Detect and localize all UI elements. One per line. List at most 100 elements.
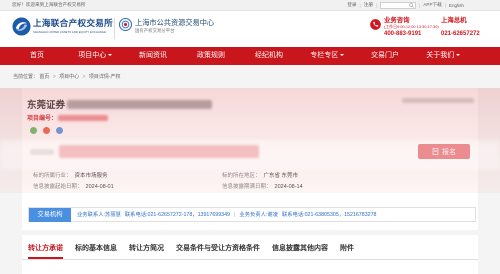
disclosure-end-value: 2024-08-14 <box>274 184 303 190</box>
signup-button-label: 报名 <box>442 148 456 156</box>
redacted-text <box>402 98 474 103</box>
industry-value: 资本市场服务 <box>74 173 108 179</box>
nav-item-about[interactable]: 关于我们 <box>414 47 472 65</box>
search-box <box>380 1 417 9</box>
page: 您好！欢迎来到上海联合产权交易所 登录 | 注册 | | APP下载 | Eng… <box>0 0 500 274</box>
project-code: 项目编号： <box>27 113 109 122</box>
main-nav: 首页 项目中心 新闻资讯 政策规则 经纪机构 专栏专区 交易门户 关于我们 <box>0 47 500 65</box>
share-icons <box>30 127 63 134</box>
project-title-text: 东莞证券 <box>27 100 66 111</box>
separator: | <box>444 2 446 8</box>
region-value: 广东省 东莞市 <box>263 173 299 179</box>
redacted-text <box>58 114 109 121</box>
search-icon[interactable] <box>409 3 414 8</box>
tab-transferor-profile[interactable]: 转让方简况 <box>129 240 164 259</box>
nav-item-portal[interactable]: 交易门户 <box>356 47 414 65</box>
platform-name: 上海市公共资源交易中心 <box>135 18 215 27</box>
hotline-number: 400-883-9191 <box>384 31 422 37</box>
switchboard-number: 021-62657272 <box>441 31 480 37</box>
listing-price <box>30 145 259 158</box>
manager-phone: 联系电话:021-63805305，15216783278 <box>281 212 377 218</box>
disclosure-start-label: 信息披露起始日期： <box>33 184 83 190</box>
nav-item-label: 专栏专区 <box>310 52 339 59</box>
exchange-english-name: SHANGHAI UNITED ASSETS AND EQUITY EXCHAN… <box>33 31 106 34</box>
switchboard-label: 上海总机 <box>441 17 467 24</box>
nav-item-project-center[interactable]: 项目中心 <box>66 47 124 65</box>
region-field: 标的所在地区： 广东省 东莞市 <box>222 171 298 179</box>
nav-item-label: 项目中心 <box>78 52 107 59</box>
search-input[interactable] <box>381 2 411 9</box>
tab-trade-conditions[interactable]: 交易条件与受让方资格条件 <box>176 240 260 259</box>
agency-contact: 交易机构 业务联系人:苏丽慧 联系电话:021-62657272-178，139… <box>28 207 476 222</box>
login-link[interactable]: 登录 <box>347 2 356 8</box>
breadcrumb-home[interactable]: 首页 <box>39 74 49 80</box>
exchange-name[interactable]: 上海联合产权交易所 <box>33 17 113 29</box>
document-icon <box>432 148 439 155</box>
header-divider <box>114 18 115 39</box>
nav-item-label: 新闻资讯 <box>139 52 167 59</box>
share-icon[interactable] <box>43 127 50 134</box>
nav-item-label: 政策规则 <box>197 52 225 59</box>
separator: | <box>375 2 378 8</box>
redacted-text <box>30 148 54 155</box>
region-label: 标的所在地区： <box>222 173 261 179</box>
disclosure-end-field: 信息披露期满日期： 2024-08-14 <box>222 182 303 190</box>
site-header: 上海联合产权交易所 SHANGHAI UNITED ASSETS AND EQU… <box>0 11 500 47</box>
nav-item-home[interactable]: 首页 <box>8 47 66 65</box>
breadcrumb: 当前位置： 首页 > 项目中心 > 项目详情-产权 <box>13 73 121 80</box>
app-download-link[interactable]: APP下载 <box>423 2 441 8</box>
tab-transferor-commitment[interactable]: 转让方承诺 <box>28 240 63 259</box>
register-link[interactable]: 注册 <box>364 2 373 8</box>
hotline-hours: (工作日9:00-12:00 13:30-17:30) <box>384 24 439 29</box>
nav-item-label: 经纪机构 <box>255 52 283 59</box>
english-link[interactable]: English <box>449 3 464 8</box>
separator: | <box>234 212 236 218</box>
nav-item-label: 关于我们 <box>426 52 455 59</box>
share-icon[interactable] <box>56 127 63 134</box>
agency-tab[interactable]: 交易机构 <box>29 208 71 222</box>
redacted-text <box>59 145 259 158</box>
separator: | <box>419 2 421 8</box>
top-bar: 您好！欢迎来到上海联合产权交易所 登录 | 注册 | | APP下载 | Eng… <box>0 0 500 11</box>
project-code-label: 项目编号： <box>27 116 58 122</box>
project-title: 东莞证券 <box>27 97 213 111</box>
breadcrumb-separator: > <box>82 74 86 80</box>
signup-button[interactable]: 报名 <box>418 144 470 159</box>
tabs-divider <box>22 259 478 260</box>
disclosure-end-label: 信息披露期满日期： <box>222 184 272 190</box>
disclosure-start-value: 2024-08-01 <box>85 184 114 190</box>
exchange-logo-icon[interactable] <box>12 17 31 36</box>
welcome-text: 您好！欢迎来到上海联合产权交易所 <box>12 2 86 7</box>
disclosure-start-field: 信息披露起始日期： 2024-08-01 <box>33 182 114 190</box>
nav-item-label: 首页 <box>30 52 44 59</box>
nav-item-label: 交易门户 <box>371 52 399 59</box>
breadcrumb-separator: > <box>52 74 56 80</box>
breadcrumb-current: 项目详情-产权 <box>88 74 121 80</box>
nav-item-columns[interactable]: 专栏专区 <box>298 47 356 65</box>
redacted-text <box>67 99 213 109</box>
contact-person: 业务联系人:苏丽慧 <box>77 212 121 218</box>
chevron-down-icon <box>107 54 112 57</box>
platform-subtitle: 国有产权交易分平台 <box>135 28 175 33</box>
chevron-down-icon <box>455 54 460 57</box>
industry-field: 标的所属行业： 资本市场服务 <box>33 171 108 179</box>
share-icon[interactable] <box>30 127 37 134</box>
contact-phone: 联系电话:021-62657272-178，13917699349 <box>124 212 230 218</box>
agency-contact-text: 业务联系人:苏丽慧 联系电话:021-62657272-178，13917699… <box>77 208 473 222</box>
industry-label: 标的所属行业： <box>33 173 72 179</box>
nav-item-brokers[interactable]: 经纪机构 <box>240 47 298 65</box>
top-links: 登录 | 注册 | | APP下载 | English <box>347 0 464 10</box>
tab-target-basic-info[interactable]: 标的基本信息 <box>75 240 117 259</box>
nav-item-news[interactable]: 新闻资讯 <box>124 47 182 65</box>
phone-icon <box>370 19 381 30</box>
tab-other-disclosure[interactable]: 信息披露其他内容 <box>272 240 328 259</box>
separator: | <box>359 2 361 8</box>
breadcrumb-prefix: 当前位置： <box>13 74 39 80</box>
breadcrumb-project-center[interactable]: 项目中心 <box>59 74 79 80</box>
tab-attachments[interactable]: 附件 <box>340 240 354 259</box>
platform-emblem-icon <box>119 18 132 31</box>
chevron-down-icon <box>339 54 344 57</box>
hotline-label: 业务咨询 <box>384 17 410 24</box>
section-divider <box>22 230 478 235</box>
nav-item-policies[interactable]: 政策规则 <box>182 47 240 65</box>
